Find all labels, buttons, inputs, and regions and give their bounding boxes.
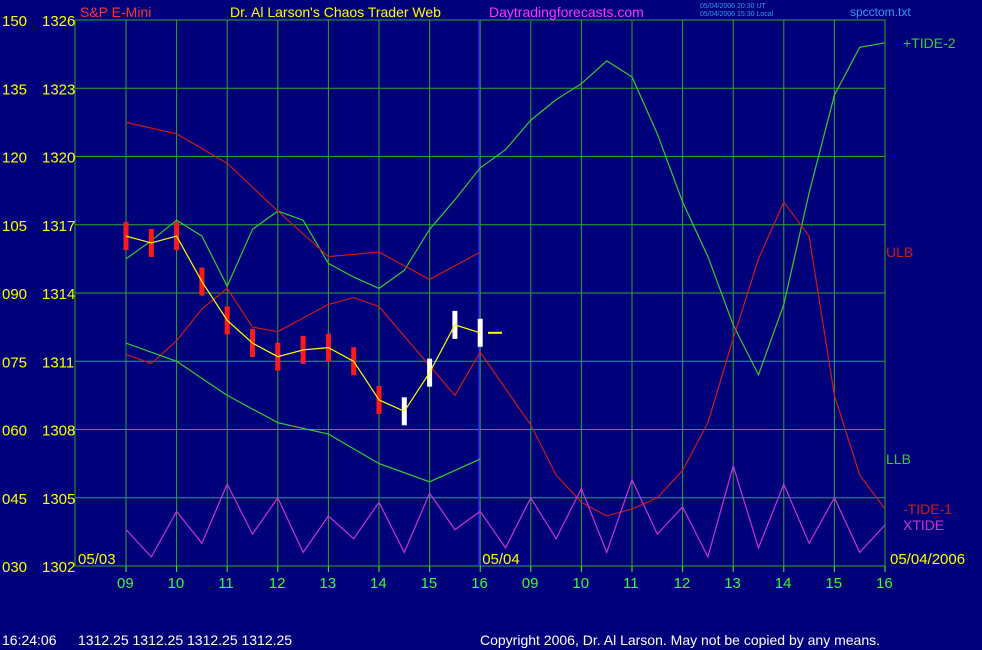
timestamp-local: 05/04/2006 15:30 Local (700, 11, 774, 18)
series-line-ulb (125, 121, 481, 281)
y-tick-oscillator: 120 (2, 150, 27, 167)
chart-axes: 150 1326135 1323120 1320105 1317090 1314075 13… (2, 13, 965, 592)
y-tick-price: 1302 (42, 559, 75, 576)
y-tick-oscillator: 105 (2, 218, 27, 235)
x-tick-label: 15 (825, 575, 842, 592)
y-tick-oscillator: 150 (2, 13, 27, 30)
y-tick-oscillator: 075 (2, 354, 27, 371)
y-tick-price: 1305 (42, 491, 75, 508)
series-line-llb (125, 342, 481, 483)
footer-time: 16:24:06 (2, 632, 57, 648)
timestamp-ut: 05/04/2006 20:30 UT (700, 3, 766, 10)
x-tick-label: 10 (572, 575, 589, 592)
data-filename: spcctom.txt (850, 5, 911, 19)
site-url: Daytradingforecasts.com (489, 4, 644, 20)
chart-series: +TIDE-2 -TIDE-1 ULB LLB XTIDE (123, 35, 956, 559)
x-tick-label: 14 (370, 575, 387, 592)
y-tick-price: 1323 (42, 81, 75, 98)
instrument-label: S&P E-Mini (80, 4, 151, 20)
price-average-line (125, 235, 481, 413)
date-label-start: 05/03 (78, 551, 116, 568)
footer-quote: 1312.25 1312.25 1312.25 1312.25 (78, 632, 293, 648)
legend-label--tide-2: +TIDE-2 (903, 35, 956, 51)
legend-label-llb: LLB (886, 451, 911, 467)
date-label-end: 05/04/2006 (890, 551, 965, 568)
legend-label--tide-1: -TIDE-1 (903, 501, 952, 517)
x-tick-label: 10 (168, 575, 185, 592)
y-tick-price: 1311 (42, 354, 74, 371)
y-tick-price: 1314 (42, 286, 75, 303)
x-tick-label: 16 (471, 575, 488, 592)
chart-title: Dr. Al Larson's Chaos Trader Web (230, 4, 441, 20)
x-tick-label: 15 (421, 575, 438, 592)
x-tick-label: 09 (117, 575, 134, 592)
legend-label-ulb: ULB (886, 244, 913, 260)
x-tick-label: 09 (522, 575, 539, 592)
legend-label-xtide: XTIDE (903, 517, 944, 533)
x-tick-label: 13 (724, 575, 741, 592)
series-line-xtide (125, 463, 886, 559)
series-line--tide-2 (125, 42, 886, 377)
y-tick-price: 1326 (42, 13, 75, 30)
date-label-mid: 05/04 (482, 551, 520, 568)
y-tick-oscillator: 060 (2, 423, 27, 440)
series-line--tide-1 (125, 200, 886, 517)
x-tick-label: 16 (876, 575, 893, 592)
y-tick-oscillator: 030 (2, 559, 27, 576)
x-tick-label: 12 (674, 575, 691, 592)
x-tick-label: 11 (623, 575, 639, 592)
y-tick-price: 1308 (42, 423, 75, 440)
x-tick-label: 13 (319, 575, 336, 592)
x-tick-label: 11 (218, 575, 234, 592)
chart-canvas: +TIDE-2 -TIDE-1 ULB LLB XTIDE 150 1326 135 1323… (2, 3, 965, 592)
footer-copyright: Copyright 2006, Dr. Al Larson. May not b… (480, 632, 881, 648)
y-tick-oscillator: 135 (2, 81, 27, 98)
x-tick-label: 12 (269, 575, 286, 592)
chart-grid (74, 19, 886, 567)
y-tick-price: 1320 (42, 150, 75, 167)
y-tick-oscillator: 045 (2, 491, 27, 508)
y-tick-oscillator: 090 (2, 286, 27, 303)
x-tick-label: 14 (775, 575, 792, 592)
chart-header: S&P E-Mini Dr. Al Larson's Chaos Trader … (80, 3, 911, 20)
y-tick-price: 1317 (42, 218, 75, 235)
